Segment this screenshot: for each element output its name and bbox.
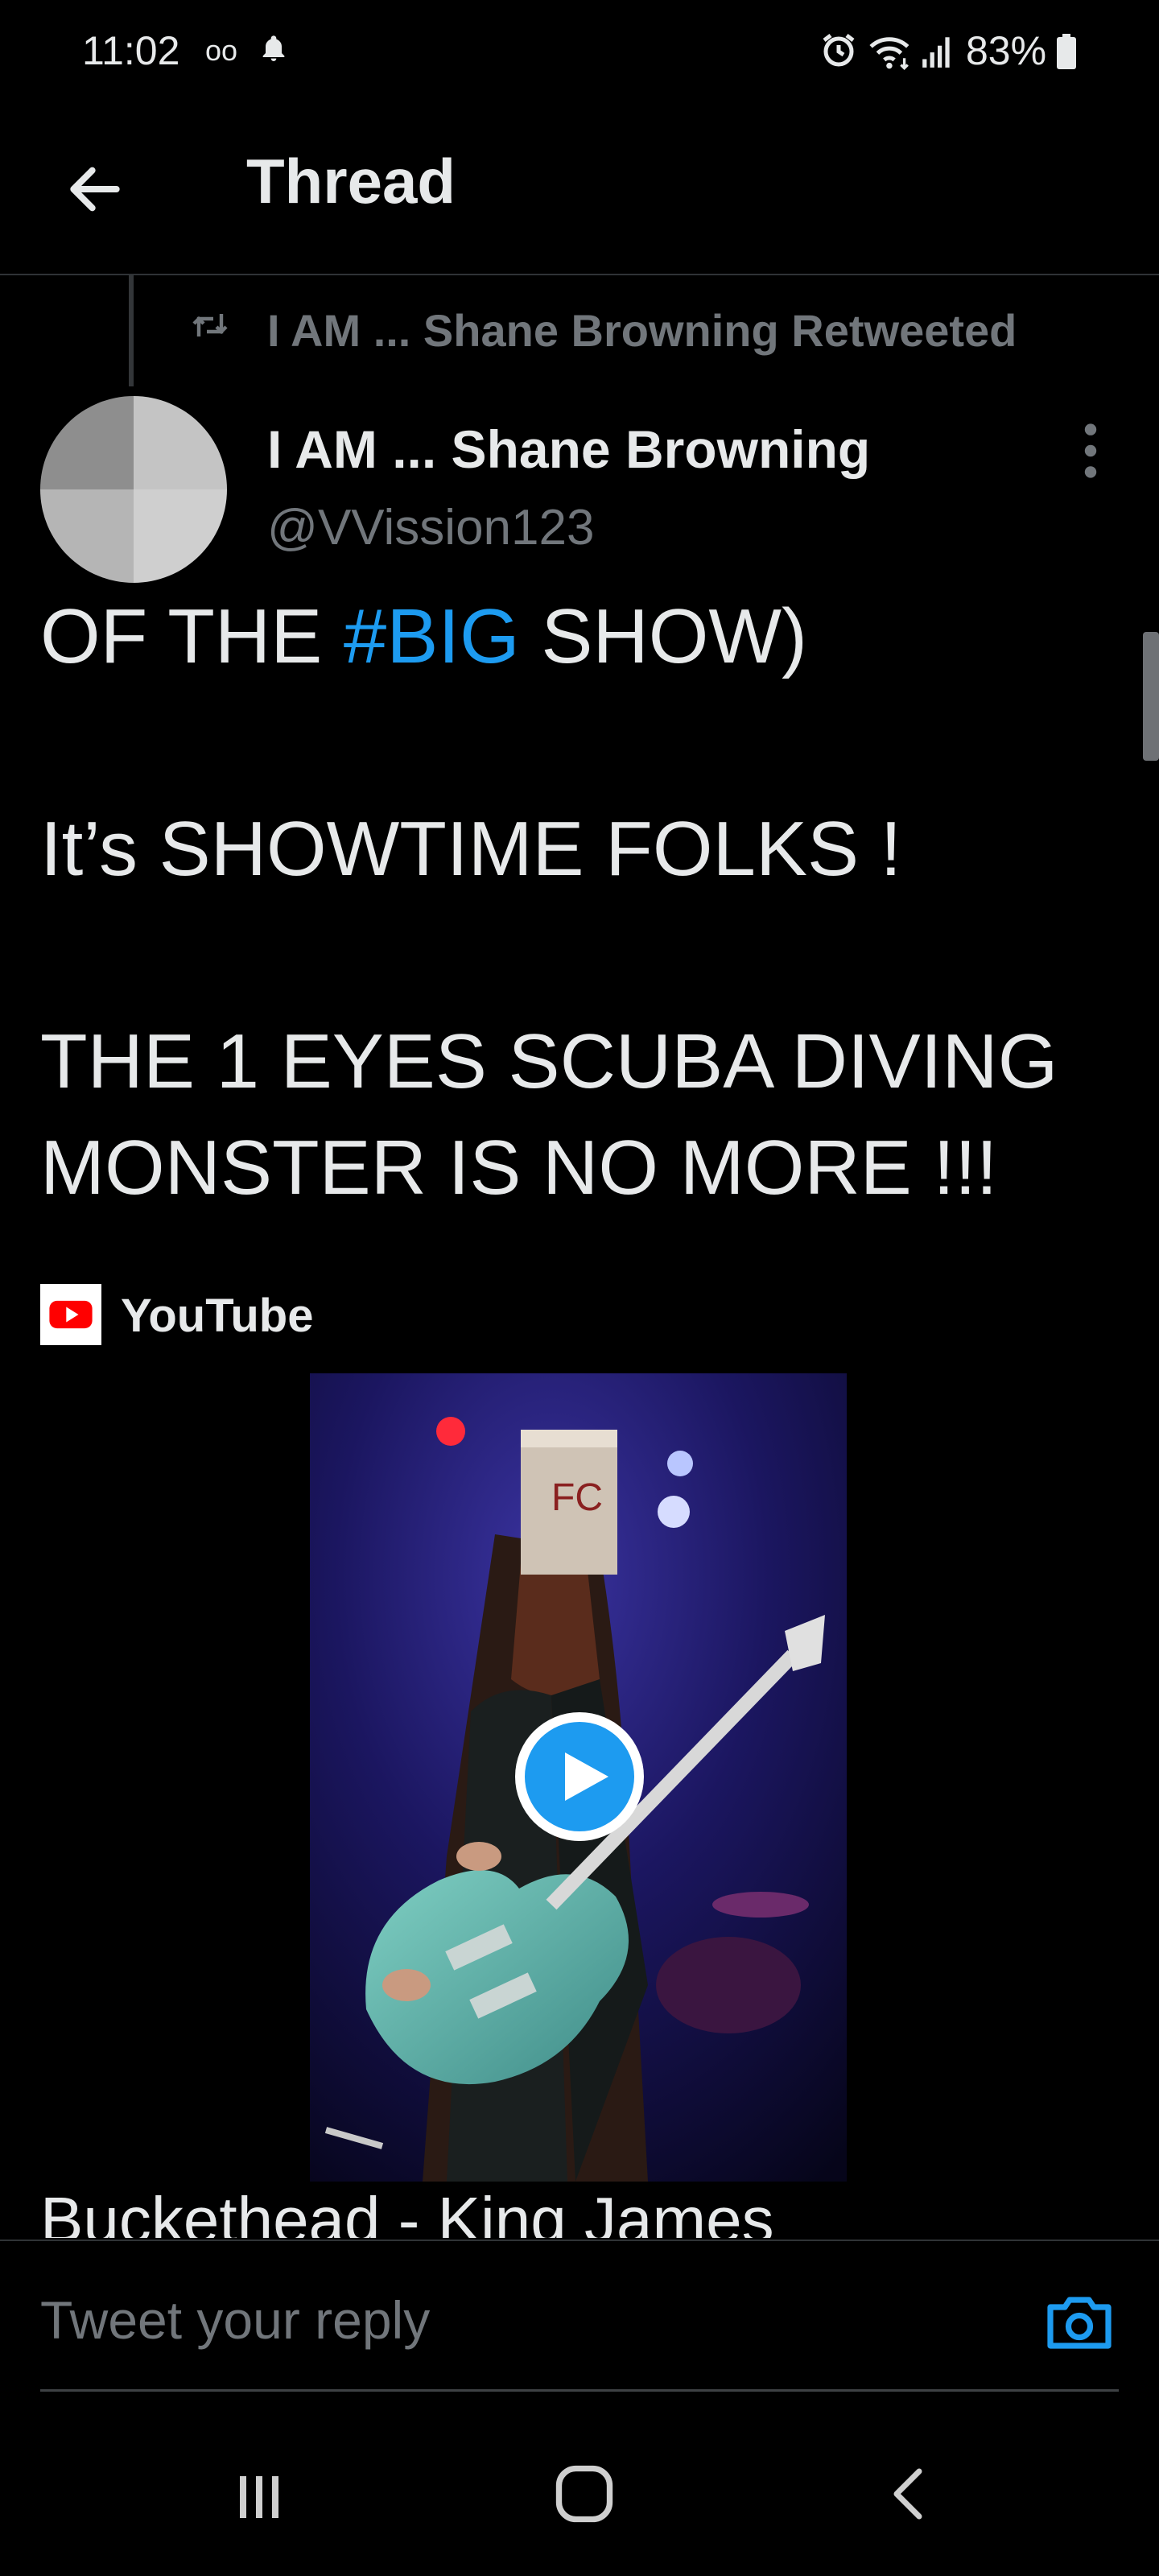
- link-card-source-label: YouTube: [121, 1290, 314, 1342]
- tweet-text-segment: OF THE: [40, 593, 344, 679]
- tweet-line-1: OF THE #BIG SHOW): [40, 584, 1103, 690]
- more-options-icon[interactable]: [1070, 422, 1111, 480]
- author-handle[interactable]: @VVission123: [267, 499, 594, 556]
- alarm-icon: [823, 34, 855, 67]
- status-time: 11:02: [82, 28, 180, 73]
- back-arrow-icon[interactable]: [63, 157, 127, 221]
- battery-icon: [1057, 34, 1076, 69]
- tweet-text: OF THE #BIG SHOW) It’s SHOWTIME FOLKS ! …: [40, 584, 1103, 1221]
- page-title: Thread: [246, 146, 456, 217]
- tweet-line-2: It’s SHOWTIME FOLKS !: [40, 806, 902, 892]
- svg-text:FC: FC: [551, 1476, 603, 1519]
- thread-header: Thread: [0, 109, 1159, 275]
- retweet-label: I AM ... Shane Browning Retweeted: [267, 305, 1017, 356]
- reply-input[interactable]: Tweet your reply: [40, 2289, 430, 2351]
- youtube-logo-icon: [40, 1284, 101, 1345]
- voicemail-icon: oo: [205, 34, 238, 67]
- tweet-line-3: THE 1 EYES SCUBA DIVING MONSTER IS NO MO…: [40, 1018, 1058, 1211]
- wifi-icon: [869, 37, 909, 71]
- avatar[interactable]: [40, 396, 227, 583]
- status-bar: 11:02 oo 83%: [0, 0, 1159, 109]
- notification-bell-icon: [262, 35, 285, 61]
- hashtag-link[interactable]: #BIG: [344, 593, 520, 679]
- system-navigation-bar: [0, 2407, 1159, 2576]
- battery-percent: 83%: [966, 28, 1047, 73]
- link-card-source[interactable]: YouTube: [40, 1284, 523, 1348]
- home-icon[interactable]: [551, 2460, 618, 2528]
- retweet-context[interactable]: I AM ... Shane Browning Retweeted: [0, 296, 1159, 356]
- play-video-icon[interactable]: [512, 1709, 647, 1844]
- system-back-icon[interactable]: [877, 2460, 942, 2528]
- retweet-icon: [192, 314, 228, 336]
- tweet-text-segment: SHOW): [519, 593, 807, 679]
- scrollbar-thumb[interactable]: [1143, 632, 1159, 761]
- author-name[interactable]: I AM ... Shane Browning: [267, 419, 870, 480]
- reply-divider: [40, 2389, 1119, 2392]
- recent-apps-icon[interactable]: [227, 2463, 291, 2528]
- reply-bar: Tweet your reply: [0, 2240, 1159, 2394]
- cell-signal-icon: [922, 37, 950, 68]
- camera-icon[interactable]: [1043, 2289, 1116, 2354]
- link-card-title[interactable]: Buckethead - King James: [40, 2182, 1135, 2238]
